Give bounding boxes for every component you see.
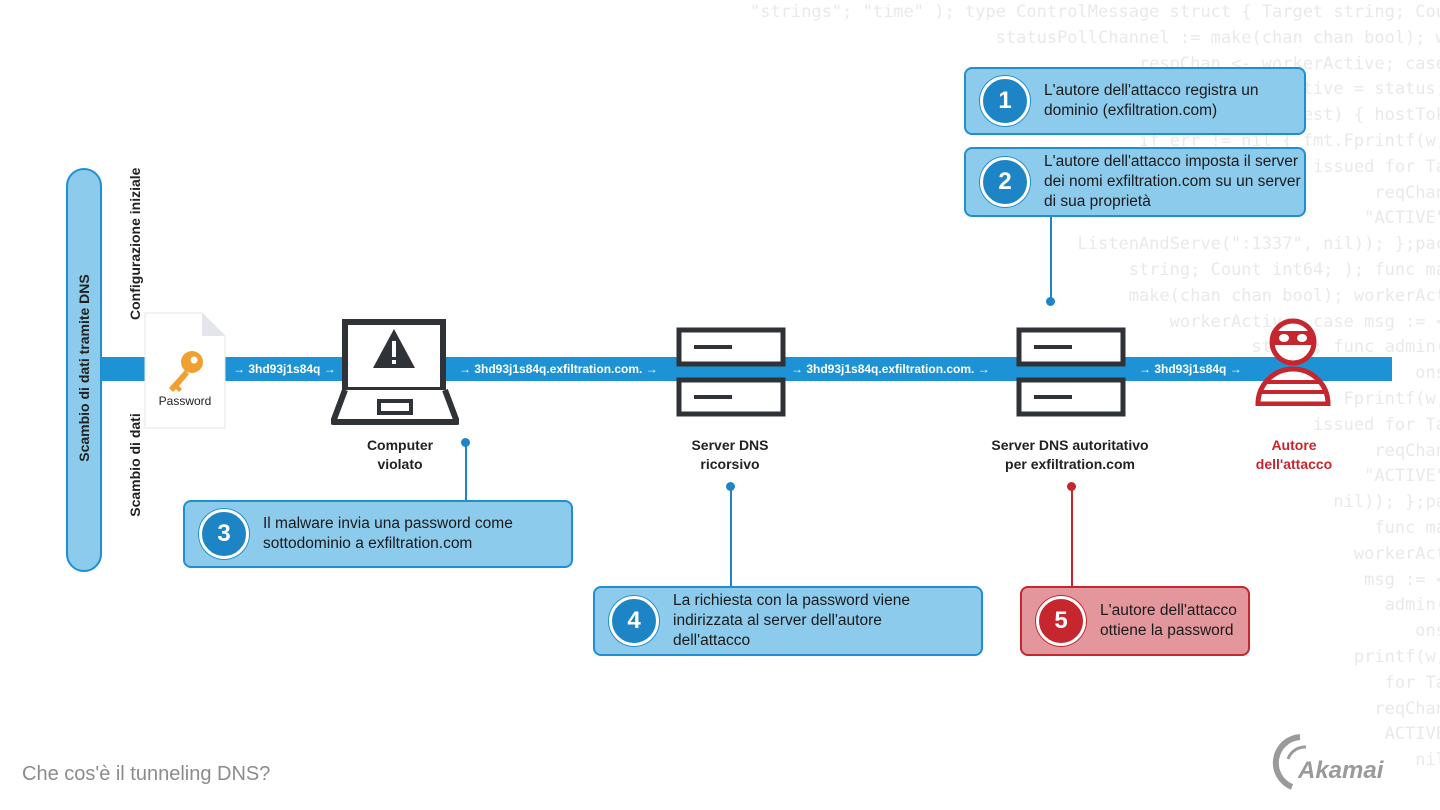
dns-exchange-label: Scambio di dati tramite DNS <box>76 274 92 462</box>
step-2-connector <box>1050 216 1052 300</box>
background-code-line: reqChan <box>1374 698 1440 719</box>
recursive-dns-server-icon <box>676 327 786 417</box>
akamai-logo: Akamai <box>1272 733 1422 793</box>
background-code-line: ListenAndServe(":1337", nil)); };pac <box>1077 234 1440 255</box>
step-3-connector <box>465 442 467 500</box>
step-text: L'autore dell'attacco imposta il server … <box>1044 153 1301 210</box>
password-document-icon <box>144 312 226 429</box>
step-text: L'autore dell'attacco ottiene la passwor… <box>1100 602 1237 639</box>
attacker-label: Autore dell'attacco <box>1255 437 1333 472</box>
step-text: La richiesta con la password viene indir… <box>673 592 910 649</box>
step-number-badge: 5 <box>1036 596 1086 646</box>
page-title: Che cos'è il tunneling DNS? <box>22 763 271 785</box>
step-2-connector-dot <box>1046 297 1055 306</box>
phase-exchange-label: Scambio di dati <box>127 413 143 517</box>
step-card-2: 2 L'autore dell'attacco imposta il serve… <box>964 147 1306 217</box>
step-card-3: 3 Il malware invia una password come sot… <box>183 500 573 568</box>
step-number-badge: 3 <box>199 509 249 559</box>
step-card-4: 4 La richiesta con la password viene ind… <box>593 586 983 656</box>
akamai-wordmark: Akamai <box>1298 757 1384 784</box>
step-number-badge: 2 <box>980 157 1030 207</box>
authoritative-dns-label: Server DNS autoritativo per exfiltration… <box>991 437 1149 472</box>
password-label: Password <box>158 394 212 408</box>
flow-label-3: → 3hd93j1s84q.exfiltration.com. → <box>791 362 990 376</box>
background-code-line: string; Count int64; ); func ma <box>1128 259 1440 280</box>
step-text: Il malware invia una password come sotto… <box>263 515 513 552</box>
background-code-line: for Ta <box>1384 672 1440 693</box>
background-code-line: func ma <box>1374 517 1440 538</box>
step-text: L'autore dell'attacco registra un domini… <box>1044 82 1259 119</box>
phase-setup-label: Configurazione iniziale <box>127 167 143 320</box>
laptop-warning-icon <box>331 319 459 425</box>
flow-label-4: → 3hd93j1s84q → <box>1139 362 1242 376</box>
step-card-5: 5 L'autore dell'attacco ottiene la passw… <box>1020 586 1250 656</box>
background-code-line: nil)); };pa <box>1333 492 1440 513</box>
authoritative-dns-server-icon <box>1016 327 1126 417</box>
step-number-badge: 1 <box>980 76 1030 126</box>
background-code-line: issued for Ta <box>1312 414 1440 435</box>
recursive-dns-label: Server DNS ricorsivo <box>691 437 769 472</box>
flow-label-2: → 3hd93j1s84q.exfiltration.com. → <box>459 362 658 376</box>
step-number-badge: 4 <box>609 596 659 646</box>
step-5-connector <box>1071 486 1073 586</box>
step-4-connector <box>730 486 732 586</box>
burglar-icon <box>1255 318 1331 406</box>
flow-label-1: → 3hd93j1s84q → <box>233 362 336 376</box>
background-code-line: make(chan chan bool); workerAct <box>1128 285 1440 306</box>
background-code-line: statusPollChannel := make(chan chan bool… <box>995 27 1440 48</box>
step-card-1: 1 L'autore dell'attacco registra un domi… <box>964 67 1306 135</box>
compromised-computer-label: Computer violato <box>366 437 434 472</box>
background-code-line: "strings"; "time" ); type ControlMessage… <box>729 2 1440 22</box>
background-code-line: workerAct <box>1353 543 1440 564</box>
